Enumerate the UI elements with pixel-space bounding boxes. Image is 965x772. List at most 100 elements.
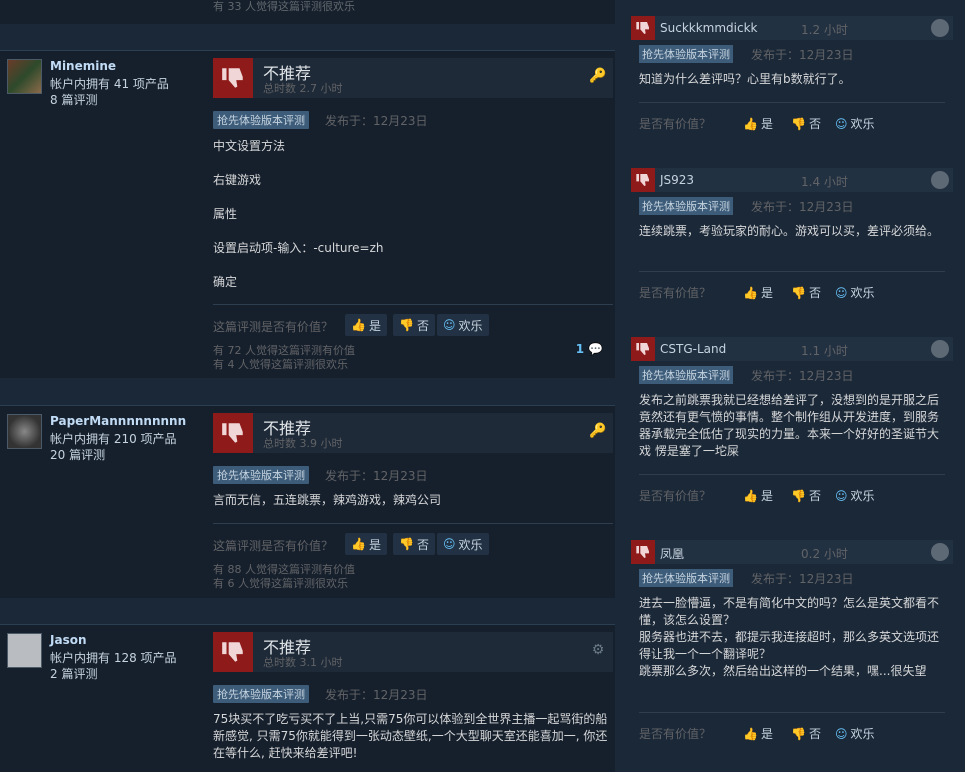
key-icon: 🔑 bbox=[589, 68, 607, 84]
no-button[interactable]: 👎 否 bbox=[791, 115, 821, 132]
thumbs-down-icon bbox=[631, 540, 655, 564]
side-review-header[interactable]: 凤凰 0.2 小时 bbox=[631, 540, 953, 564]
helpful-question: 是否有价值？ bbox=[639, 727, 712, 741]
thumbs-down-icon bbox=[631, 16, 655, 40]
review-paragraph: 言而无信，五连跳票，辣鸡游戏，辣鸡公司 bbox=[213, 493, 442, 507]
yes-button[interactable]: 👍 是 bbox=[743, 725, 773, 742]
review-body: 言而无信，五连跳票，辣鸡游戏，辣鸡公司 bbox=[213, 492, 608, 509]
posted-date: 发布于：12月23日 bbox=[751, 369, 854, 383]
posted-date: 发布于：12月23日 bbox=[325, 469, 428, 483]
yes-button[interactable]: 👍 是 bbox=[345, 314, 387, 336]
vote-header[interactable]: 不推荐 总时数 3.9 小时 🔑 bbox=[213, 413, 613, 453]
side-playtime: 0.2 小时 bbox=[801, 547, 848, 561]
reviewer-stats: 帐户内拥有 210 项产品 20 篇评测 bbox=[50, 431, 177, 463]
reviewer-stats: 帐户内拥有 128 项产品 2 篇评测 bbox=[50, 650, 177, 682]
thumbs-down-icon: 👎 bbox=[399, 537, 414, 551]
thumbs-down-icon bbox=[631, 337, 655, 361]
divider bbox=[639, 102, 945, 103]
helpful-question: 这篇评测是否有价值？ bbox=[213, 539, 334, 553]
side-reviewer-name[interactable]: 凤凰 bbox=[660, 545, 684, 562]
side-review: JS923 1.4 小时 抢先体验版本评测 发布于：12月23日 连续跳票，考验… bbox=[631, 168, 953, 310]
yes-button[interactable]: 👍 是 bbox=[743, 115, 773, 132]
thumbs-down-icon bbox=[213, 413, 253, 453]
no-button[interactable]: 👎 否 bbox=[393, 314, 435, 336]
funny-button[interactable]: ☺ 欢乐 bbox=[835, 487, 875, 504]
helpful-question: 是否有价值？ bbox=[639, 286, 712, 300]
vote-header[interactable]: 不推荐 总时数 3.1 小时 ⚙ bbox=[213, 632, 613, 672]
posted-date: 发布于：12月23日 bbox=[751, 200, 854, 214]
divider bbox=[639, 271, 945, 272]
yes-button[interactable]: 👍 是 bbox=[743, 487, 773, 504]
playtime: 总时数 2.7 小时 bbox=[263, 82, 343, 95]
funny-button[interactable]: ☺ 欢乐 bbox=[835, 284, 875, 301]
steam-icon: ⚙ bbox=[591, 642, 605, 658]
side-review-header[interactable]: Suckkkmmdickk 1.2 小时 bbox=[631, 16, 953, 40]
avatar[interactable] bbox=[7, 59, 42, 94]
smiley-icon: ☺ bbox=[443, 537, 456, 551]
smiley-icon: ☺ bbox=[835, 285, 848, 300]
steam-icon bbox=[931, 171, 949, 189]
no-button[interactable]: 👎 否 bbox=[791, 284, 821, 301]
thumbs-up-icon: 👍 bbox=[743, 116, 758, 131]
avatar[interactable] bbox=[7, 414, 42, 449]
side-reviewer-name[interactable]: JS923 bbox=[660, 173, 694, 187]
yes-button[interactable]: 👍 是 bbox=[345, 533, 387, 555]
side-review-text: 进去一脸懵逼，不是有简化中文的吗？怎么是英文都看不懂，该怎么设置？ 服务器也进不… bbox=[639, 596, 940, 678]
products-owned: 帐户内拥有 210 项产品 bbox=[50, 432, 177, 446]
comments-link[interactable]: 1 💬 bbox=[576, 342, 603, 356]
yes-button[interactable]: 👍 是 bbox=[743, 284, 773, 301]
review-body: 中文设置方法 右键游戏 属性 设置启动项-输入：-culture=zh 确定 bbox=[213, 138, 608, 308]
review-card: Minemine 帐户内拥有 41 项产品 8 篇评测 不推荐 总时数 2.7 … bbox=[0, 50, 615, 378]
side-review-text: 连续跳票，考验玩家的耐心。游戏可以买，差评必须给。 bbox=[639, 224, 940, 238]
steam-icon bbox=[931, 19, 949, 37]
divider bbox=[639, 712, 945, 713]
side-reviewer-name[interactable]: Suckkkmmdickk bbox=[660, 21, 758, 35]
avatar[interactable] bbox=[7, 633, 42, 668]
playtime: 总时数 3.9 小时 bbox=[263, 437, 343, 450]
helpful-question: 这篇评测是否有价值？ bbox=[213, 320, 334, 334]
funny-count: 有 33 人觉得这篇评测很欢乐 bbox=[213, 0, 355, 13]
key-icon: 🔑 bbox=[589, 423, 607, 439]
reviewer-name[interactable]: Jason bbox=[50, 633, 87, 647]
early-access-tag: 抢先体验版本评测 bbox=[639, 45, 733, 63]
posted-date: 发布于：12月23日 bbox=[751, 48, 854, 62]
divider bbox=[213, 523, 613, 524]
funny-button[interactable]: ☺ 欢乐 bbox=[835, 725, 875, 742]
no-button[interactable]: 👎 否 bbox=[791, 725, 821, 742]
thumbs-down-icon: 👎 bbox=[791, 116, 806, 131]
previous-review-footer: 有 33 人觉得这篇评测很欢乐 bbox=[0, 0, 615, 24]
thumbs-up-icon: 👍 bbox=[351, 318, 366, 332]
products-owned: 帐户内拥有 41 项产品 bbox=[50, 77, 169, 91]
funny-button[interactable]: ☺ 欢乐 bbox=[437, 314, 489, 336]
side-review-text: 发布之前跳票我就已经想给差评了，没想到的是开服之后竟然还有更气愤的事情。整个制作… bbox=[639, 393, 940, 458]
funny-button[interactable]: ☺ 欢乐 bbox=[835, 115, 875, 132]
divider bbox=[213, 304, 613, 305]
thumbs-down-icon: 👎 bbox=[791, 285, 806, 300]
no-button[interactable]: 👎 否 bbox=[791, 487, 821, 504]
side-review-header[interactable]: CSTG-Land 1.1 小时 bbox=[631, 337, 953, 361]
thumbs-up-icon: 👍 bbox=[743, 726, 758, 741]
side-playtime: 1.1 小时 bbox=[801, 344, 848, 358]
thumbs-up-icon: 👍 bbox=[743, 285, 758, 300]
early-access-tag: 抢先体验版本评测 bbox=[639, 366, 733, 384]
helpful-question: 是否有价值？ bbox=[639, 117, 712, 131]
no-button[interactable]: 👎 否 bbox=[393, 533, 435, 555]
thumbs-up-icon: 👍 bbox=[743, 488, 758, 503]
review-card: Jason 帐户内拥有 128 项产品 2 篇评测 不推荐 总时数 3.1 小时… bbox=[0, 624, 615, 772]
helpful-question: 是否有价值？ bbox=[639, 489, 712, 503]
comment-icon: 💬 bbox=[588, 342, 603, 356]
posted-date: 发布于：12月23日 bbox=[325, 114, 428, 128]
reviewer-name[interactable]: Minemine bbox=[50, 59, 116, 73]
side-reviewer-name[interactable]: CSTG-Land bbox=[660, 342, 726, 356]
reviewer-name[interactable]: PaperMannnnnnnnn bbox=[50, 414, 186, 428]
side-review-header[interactable]: JS923 1.4 小时 bbox=[631, 168, 953, 192]
review-paragraph: 右键游戏 bbox=[213, 173, 262, 187]
review-count: 8 篇评测 bbox=[50, 93, 98, 107]
side-review: 凤凰 0.2 小时 抢先体验版本评测 发布于：12月23日 进去一脸懵逼，不是有… bbox=[631, 540, 953, 752]
funny-button[interactable]: ☺ 欢乐 bbox=[437, 533, 489, 555]
thumbs-down-icon: 👎 bbox=[791, 488, 806, 503]
thumbs-down-icon: 👎 bbox=[791, 726, 806, 741]
vote-header[interactable]: 不推荐 总时数 2.7 小时 🔑 bbox=[213, 58, 613, 98]
reviewer-stats: 帐户内拥有 41 项产品 8 篇评测 bbox=[50, 76, 169, 108]
reviews-column: 有 33 人觉得这篇评测很欢乐 Minemine 帐户内拥有 41 项产品 8 … bbox=[0, 0, 615, 772]
